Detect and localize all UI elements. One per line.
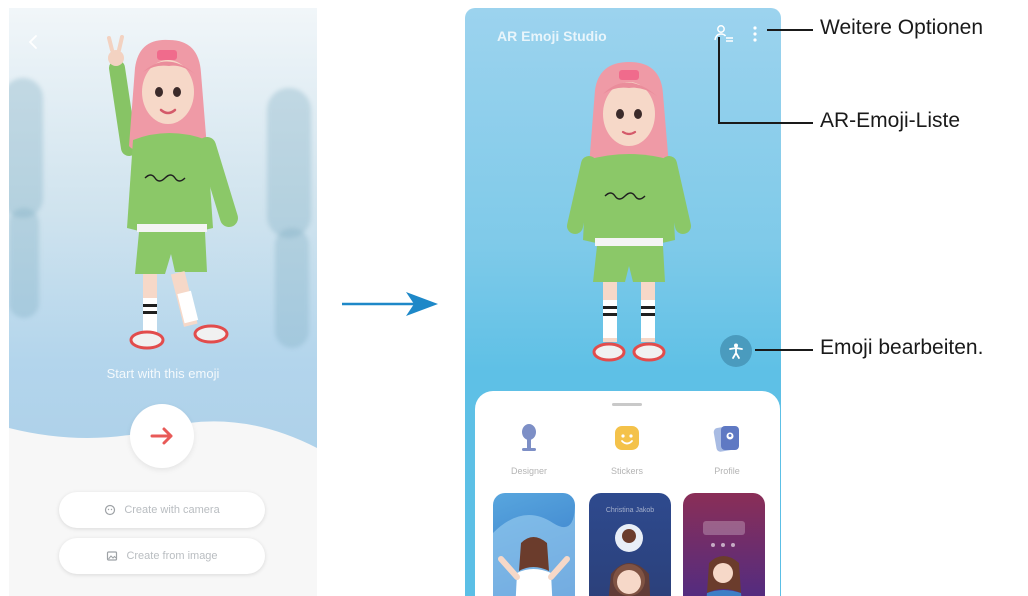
person-list-icon bbox=[714, 25, 733, 42]
person-edit-icon bbox=[729, 343, 743, 359]
callout-edit-emoji: Emoji bearbeiten. bbox=[820, 336, 984, 359]
mannequin-icon bbox=[522, 424, 536, 451]
designer-menu-item[interactable]: Designer bbox=[489, 423, 569, 476]
image-icon bbox=[107, 551, 118, 561]
emoji-contact-image bbox=[608, 524, 651, 596]
callout-more-options: Weitere Optionen bbox=[820, 16, 984, 39]
sticker-icon bbox=[615, 426, 639, 450]
sheet-handle[interactable] bbox=[612, 403, 642, 406]
emoji-lockscreen-image bbox=[703, 521, 745, 596]
preview-card-contact[interactable]: Christina Jakob bbox=[589, 493, 671, 596]
emoji-avatar bbox=[567, 62, 691, 362]
create-from-image-button[interactable]: Create from image bbox=[59, 538, 265, 574]
callout-line-emoji-list-horizontal bbox=[718, 122, 813, 124]
chevron-left-icon bbox=[28, 35, 37, 49]
contact-name-text: Christina Jakob bbox=[605, 507, 655, 514]
preview-card-lockscreen[interactable] bbox=[683, 493, 765, 596]
callout-line-emoji-list-vertical bbox=[718, 37, 720, 123]
callout-line-more-options bbox=[767, 29, 813, 31]
callout-line-edit-emoji bbox=[755, 349, 813, 351]
background-avatar bbox=[267, 88, 311, 238]
app-title: AR Emoji Studio bbox=[497, 28, 607, 44]
arrow-right-icon bbox=[150, 427, 173, 445]
stickers-label: Stickers bbox=[610, 466, 643, 476]
next-button[interactable] bbox=[130, 404, 194, 468]
flow-arrow-icon bbox=[342, 292, 438, 316]
profile-label: Profile bbox=[714, 466, 740, 476]
back-button[interactable] bbox=[19, 26, 49, 56]
emoji-pose-image bbox=[493, 503, 575, 596]
create-with-camera-button[interactable]: Create with camera bbox=[59, 492, 265, 528]
create-with-camera-label: Create with camera bbox=[124, 504, 220, 516]
callout-emoji-list: AR-Emoji-Liste bbox=[820, 109, 961, 132]
background-avatar bbox=[9, 78, 43, 218]
more-vertical-icon bbox=[753, 26, 757, 42]
more-options-button[interactable] bbox=[749, 23, 761, 45]
background-avatar bbox=[275, 228, 309, 348]
emoji-avatar bbox=[107, 35, 238, 350]
profile-menu-item[interactable]: Profile bbox=[687, 423, 767, 476]
preview-card-wallpaper[interactable] bbox=[493, 493, 575, 596]
profile-card-icon bbox=[713, 426, 739, 452]
designer-label: Designer bbox=[510, 466, 548, 476]
stickers-menu-item[interactable]: Stickers bbox=[587, 423, 667, 476]
ar-emoji-studio-screen: AR Emoji Studio Designer Stickers Profil… bbox=[465, 8, 781, 596]
start-with-emoji-text: Start with this emoji bbox=[106, 366, 220, 381]
emoji-list-button[interactable] bbox=[713, 23, 735, 45]
edit-emoji-button[interactable] bbox=[720, 335, 752, 367]
background-avatar bbox=[9, 208, 39, 318]
create-from-image-label: Create from image bbox=[126, 550, 218, 562]
bottom-sheet: Designer Stickers Profile Christina Jako… bbox=[475, 391, 780, 596]
emoji-start-screen: Start with this emoji Create with camera… bbox=[9, 8, 317, 596]
face-icon bbox=[105, 504, 116, 516]
